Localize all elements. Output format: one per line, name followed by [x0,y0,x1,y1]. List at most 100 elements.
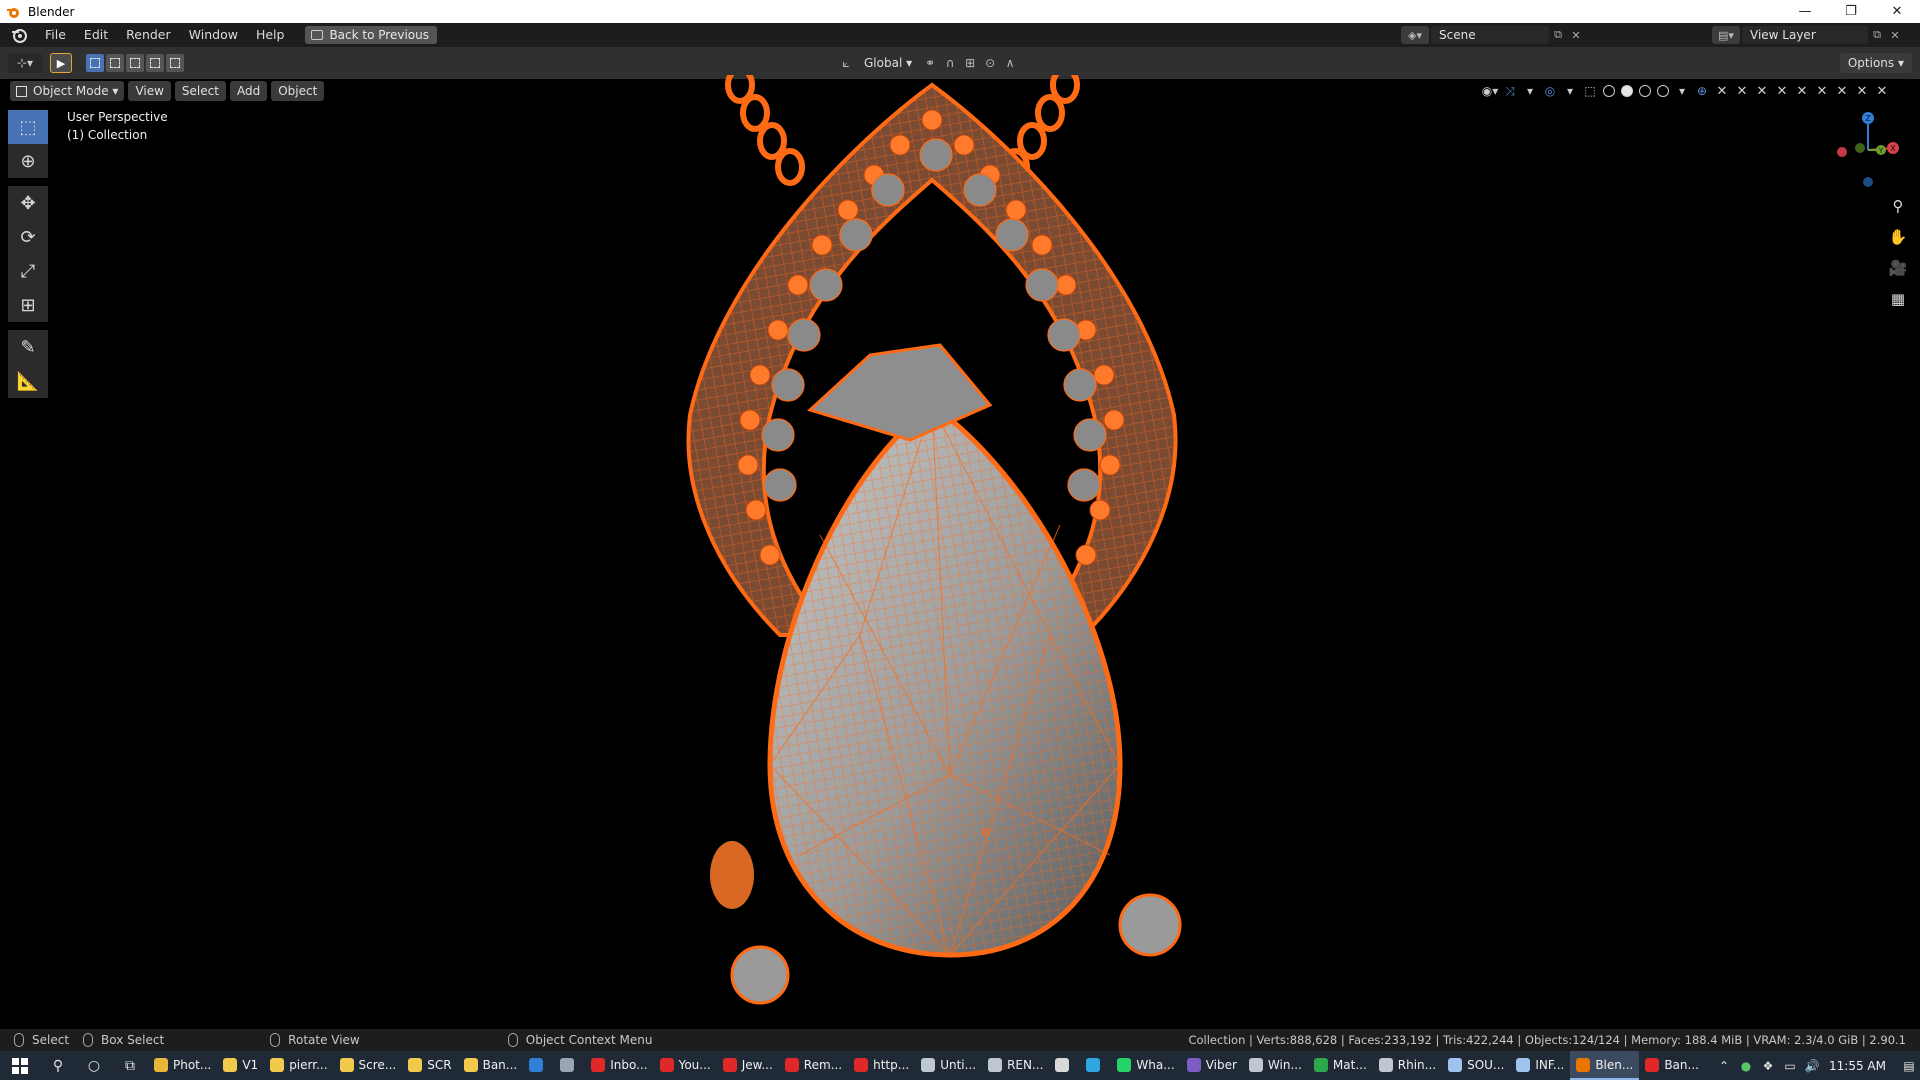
taskbar-app-button[interactable]: Wha... [1111,1051,1180,1080]
menu-edit[interactable]: Edit [75,23,117,47]
minimize-button[interactable]: — [1782,0,1828,23]
taskbar-app-button[interactable]: Viber [1181,1051,1243,1080]
ortho-grid-icon[interactable]: ▦ [1884,285,1912,313]
taskbar-app-button[interactable]: REN... [982,1051,1049,1080]
windows-start-icon[interactable] [0,1051,40,1080]
scene-name-field[interactable]: Scene [1431,26,1549,44]
search-icon[interactable]: ⚲ [40,1051,76,1080]
close-icon[interactable]: ✕ [1772,81,1792,101]
taskbar-app-button[interactable]: pierr... [264,1051,333,1080]
object-mode-dropdown[interactable]: Object Mode ▾ [10,81,125,101]
taskbar-app-button[interactable] [523,1051,554,1080]
shading-dropdown-icon[interactable]: ▾ [1672,81,1692,101]
camera-view-icon[interactable]: 🎥 [1884,254,1912,282]
transform-tool-icon[interactable]: ⊞ [8,288,48,322]
taskbar-app-button[interactable]: Phot... [148,1051,217,1080]
pan-hand-icon[interactable]: ✋ [1884,223,1912,251]
material-shading-icon[interactable] [1639,85,1651,97]
rotate-tool-icon[interactable]: ⟳ [8,220,48,254]
cursor-tool-icon[interactable]: ⊕ [8,144,48,178]
overlays-dropdown-icon[interactable]: ▾ [1560,81,1580,101]
taskbar-app-button[interactable]: Unti... [915,1051,982,1080]
rendered-shading-icon[interactable] [1657,85,1669,97]
annotate-tool-icon[interactable]: ✎ [8,330,48,364]
new-view-layer-icon[interactable]: ⧉ [1868,26,1886,44]
options-dropdown[interactable]: Options ▾ [1839,53,1912,73]
back-to-previous-button[interactable]: Back to Previous [305,26,437,44]
snap-magnet-icon[interactable]: ∩ [940,53,960,73]
move-tool-icon[interactable]: ✥ [8,186,48,220]
taskbar-app-button[interactable] [1080,1051,1111,1080]
falloff-icon[interactable]: ∧ [1000,53,1020,73]
select-extend-icon[interactable] [106,54,124,72]
gizmo-toggle-icon[interactable]: ⤨ [1500,81,1520,101]
measure-tool-icon[interactable]: 📐 [8,364,48,398]
zoom-icon[interactable]: ⚲ [1884,192,1912,220]
new-scene-icon[interactable]: ⧉ [1549,26,1567,44]
maximize-button[interactable]: ❐ [1828,0,1874,23]
viewport-menu-select[interactable]: Select [174,81,226,101]
view-layer-name-field[interactable]: View Layer [1742,26,1868,44]
menu-render[interactable]: Render [117,23,180,47]
select-subtract-icon[interactable] [126,54,144,72]
select-invert-icon[interactable] [146,54,164,72]
select-box-tool-icon[interactable]: ⬚ [8,110,48,144]
taskbar-clock[interactable]: 11:55 AM [1823,1059,1898,1073]
menu-window[interactable]: Window [180,23,247,47]
visibility-eye-icon[interactable]: ◉▾ [1480,81,1500,101]
network-icon[interactable]: ▭ [1779,1051,1801,1080]
taskbar-app-button[interactable]: http... [848,1051,915,1080]
xray-toggle-icon[interactable]: ⬚ [1580,81,1600,101]
taskbar-app-button[interactable]: Blen... [1570,1051,1640,1080]
taskbar-app-button[interactable]: Ban... [458,1051,524,1080]
wireframe-shading-icon[interactable] [1603,85,1615,97]
taskbar-app-button[interactable]: Ban... [1639,1051,1705,1080]
taskbar-app-button[interactable]: V1 [217,1051,264,1080]
cortana-icon[interactable]: ○ [76,1051,112,1080]
taskbar-app-button[interactable]: Rem... [779,1051,848,1080]
close-icon[interactable]: ✕ [1732,81,1752,101]
overlay-filter-icon[interactable]: ⊕ [1692,81,1712,101]
viewport-menu-view[interactable]: View [128,81,171,101]
taskbar-app-button[interactable]: Inbo... [585,1051,653,1080]
gizmo-neg-z[interactable] [1863,177,1873,187]
taskbar-app-button[interactable]: Win... [1243,1051,1308,1080]
blender-logo-icon[interactable] [10,26,28,44]
pendant-model[interactable] [660,75,1220,1025]
menu-help[interactable]: Help [247,23,294,47]
overlays-toggle-icon[interactable]: ◎ [1540,81,1560,101]
gizmo-dropdown-icon[interactable]: ▾ [1520,81,1540,101]
taskbar-app-button[interactable]: INF... [1510,1051,1570,1080]
snap-target-icon[interactable]: ⊞ [960,53,980,73]
gizmo-neg-y[interactable] [1855,143,1865,153]
notifications-icon[interactable]: ▤ [1898,1051,1920,1080]
taskbar-app-button[interactable] [554,1051,585,1080]
dropbox-icon[interactable]: ❖ [1757,1051,1779,1080]
viewport-menu-add[interactable]: Add [229,81,268,101]
task-view-icon[interactable]: ⧉ [112,1051,148,1080]
taskbar-app-button[interactable]: Scre... [334,1051,403,1080]
scale-tool-icon[interactable]: ⤢ [8,254,48,288]
taskbar-app-button[interactable]: Rhin... [1373,1051,1442,1080]
editor-type-icon[interactable]: ⊹▾ [8,53,42,73]
scene-browse-icon[interactable]: ◈▾ [1401,26,1429,44]
taskbar-app-button[interactable]: Jew... [717,1051,779,1080]
select-intersect-icon[interactable] [166,54,184,72]
close-button[interactable]: ✕ [1874,0,1920,23]
delete-scene-icon[interactable]: ✕ [1567,26,1585,44]
solid-shading-icon[interactable] [1621,85,1633,97]
close-icon[interactable]: ✕ [1752,81,1772,101]
taskbar-app-button[interactable]: SCR [402,1051,457,1080]
viewport-menu-object[interactable]: Object [271,81,325,101]
delete-view-layer-icon[interactable]: ✕ [1886,26,1904,44]
gizmo-neg-x[interactable] [1837,147,1847,157]
close-icon[interactable]: ✕ [1832,81,1852,101]
tray-app-icon[interactable]: ● [1735,1051,1757,1080]
volume-icon[interactable]: 🔊 [1801,1051,1823,1080]
select-new-icon[interactable] [86,54,104,72]
proportional-edit-icon[interactable]: ⊙ [980,53,1000,73]
taskbar-app-button[interactable]: You... [654,1051,717,1080]
navigation-gizmo[interactable]: Z X Y [1828,110,1908,190]
pivot-icon[interactable]: ⚭ [920,53,940,73]
orientation-dropdown[interactable]: Global ▾ [856,53,920,73]
